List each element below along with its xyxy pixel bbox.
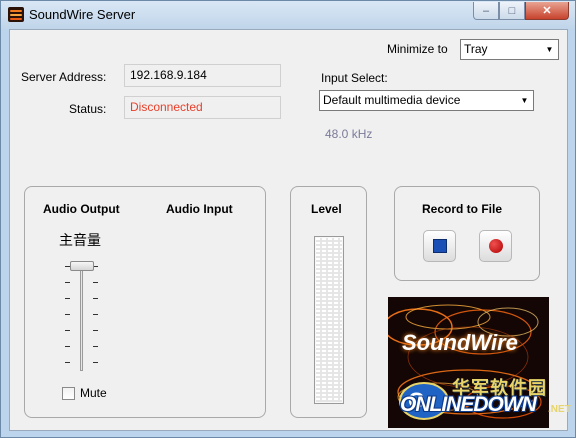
audio-group: Audio Output Audio Input 主音量 Mute [24, 186, 266, 418]
slider-track[interactable] [80, 261, 83, 371]
input-select-label: Input Select: [321, 71, 388, 85]
app-window: SoundWire Server – □ ✕ Server Address: 1… [0, 0, 576, 438]
watermark-net-text: .NET [548, 404, 571, 415]
record-button[interactable] [479, 230, 512, 262]
status-field: Disconnected [124, 96, 281, 119]
level-meter-cells [316, 238, 342, 402]
minimize-to-label: Minimize to [387, 42, 448, 56]
window-controls: – □ ✕ [473, 2, 569, 20]
title-bar[interactable]: SoundWire Server – □ ✕ [1, 1, 575, 29]
input-select-dropdown[interactable]: Default multimedia device ▼ [319, 90, 534, 111]
volume-slider[interactable] [63, 257, 103, 377]
status-label: Status: [69, 102, 107, 116]
watermark-en-text: ONLINEDOWN [400, 393, 537, 416]
soundwire-app-icon [8, 7, 24, 22]
mute-checkbox[interactable] [62, 387, 75, 400]
stop-icon [432, 239, 447, 253]
server-address-label: Server Address: [21, 70, 107, 84]
input-select-value: Default multimedia device [323, 93, 461, 107]
close-button[interactable]: ✕ [525, 2, 569, 20]
server-address-field: 192.168.9.184 [124, 64, 281, 87]
main-panel: Server Address: 192.168.9.184 Status: Di… [9, 29, 568, 431]
minimize-to-value: Tray [464, 42, 488, 56]
audio-output-heading: Audio Output [43, 202, 120, 216]
level-heading: Level [311, 202, 342, 216]
maximize-button[interactable]: □ [499, 2, 525, 20]
level-meter [314, 236, 344, 404]
record-group: Record to File [394, 186, 540, 281]
minimize-to-select[interactable]: Tray ▼ [460, 39, 559, 60]
mute-label: Mute [80, 386, 107, 400]
minimize-button[interactable]: – [473, 2, 499, 20]
chevron-down-icon: ▼ [520, 96, 529, 105]
master-volume-label: 主音量 [59, 233, 101, 249]
stop-button[interactable] [423, 230, 456, 262]
level-group: Level [290, 186, 367, 418]
logo-text: SoundWire [402, 330, 518, 355]
audio-input-heading: Audio Input [166, 202, 233, 216]
window-title: SoundWire Server [29, 7, 136, 22]
record-heading: Record to File [422, 202, 503, 216]
chevron-down-icon: ▼ [545, 45, 554, 54]
sample-rate-text: 48.0 kHz [325, 127, 373, 141]
slider-thumb[interactable] [70, 261, 94, 271]
record-icon [488, 239, 503, 253]
